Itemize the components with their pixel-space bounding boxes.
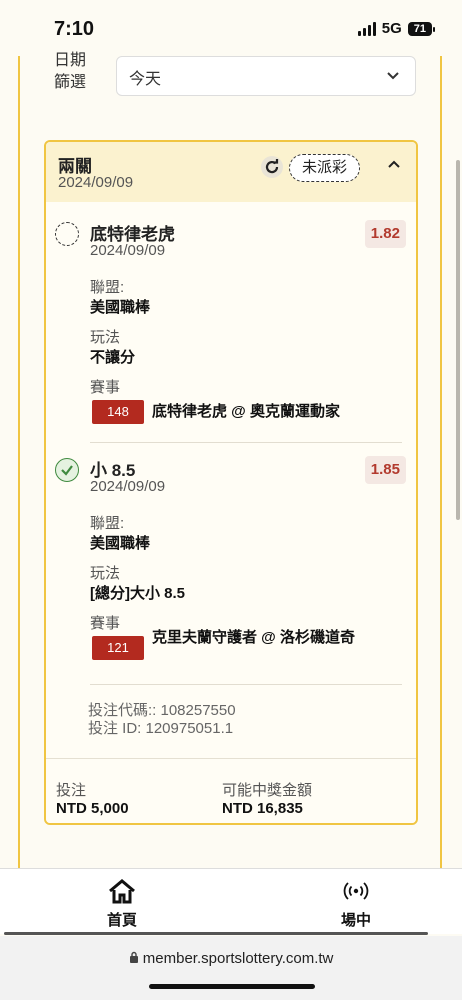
date-filter-label-line1: 日期 [54,52,87,69]
chevron-up-icon[interactable] [386,156,402,177]
date-filter-label: 日期 篩選 [54,50,94,94]
stake-block: 投注 NTD 5,000 [56,779,129,817]
play-label: 玩法 [90,329,121,346]
tab-home-label: 首頁 [106,912,137,929]
event-name: 克里夫蘭守護者 @ 洛杉磯道奇 [152,629,355,646]
payout-label: 可能中獎金額 [222,782,313,799]
bet-card-header[interactable]: 兩關 2024/09/09 未派彩 [46,142,416,202]
signal-icon [357,21,376,36]
leg-status-icon [55,222,79,246]
league-value: 美國職棒 [90,535,151,552]
refresh-icon[interactable] [259,154,285,180]
status-bar: 7:10 5G 71 [0,0,462,56]
play-label: 玩法 [90,565,121,582]
battery-icon: 71 [407,21,436,36]
bet-date: 2024/09/09 [58,174,134,191]
date-filter-value: 今天 [129,71,162,88]
leg-odds: 1.82 [364,220,406,248]
bet-card: 兩關 2024/09/09 未派彩 底特律老虎 2024/09/09 1.82 … [44,140,418,825]
bet-codes: 投注代碼:: 108257550 投注 ID: 120975051.1 [88,702,236,738]
leg-date: 2024/09/09 [90,478,166,495]
scrollbar[interactable] [456,160,460,520]
network-type: 5G [381,20,402,37]
bet-summary: 投注 NTD 5,000 可能中獎金額 NTD 16,835 [46,758,416,823]
tab-live[interactable]: 場中 [296,877,416,930]
check-circle-icon [55,458,79,482]
stake-value: NTD 5,000 [56,800,129,817]
event-name: 底特律老虎 @ 奧克蘭運動家 [152,403,340,420]
url-value: member.sportslottery.com.tw [142,950,334,967]
bet-code: 投注代碼:: 108257550 [88,702,236,719]
date-filter-label-line2: 篩選 [54,74,87,91]
league-value: 美國職棒 [90,299,151,316]
bottom-tab-bar: 首頁 場中 [0,868,462,934]
status-time: 7:10 [54,18,95,40]
browser-url-bar[interactable]: member.sportslottery.com.tw [0,936,462,1000]
divider [90,684,402,685]
date-filter-select[interactable]: 今天 [116,56,416,96]
tab-bar-underline [4,932,428,935]
stake-label: 投注 [56,782,87,799]
date-filter: 日期 篩選 今天 [54,52,418,96]
event-label: 賽事 [90,379,121,396]
league-label: 聯盟: [90,279,125,296]
payout-value: NTD 16,835 [222,800,303,817]
live-broadcast-icon [296,877,416,905]
tab-home[interactable]: 首頁 [62,877,182,930]
payout-status-badge: 未派彩 [289,154,361,182]
divider [90,442,402,443]
play-value: 不讓分 [90,349,136,366]
url-text: member.sportslottery.com.tw [0,950,462,967]
chevron-down-icon [385,67,401,86]
leg-odds: 1.85 [364,456,406,484]
payout-block: 可能中獎金額 NTD 16,835 [222,779,312,817]
lock-icon [129,950,143,967]
status-indicators: 5G 71 [357,20,436,37]
play-value: [總分]大小 8.5 [90,585,186,602]
leg-date: 2024/09/09 [90,242,166,259]
bet-id: 投注 ID: 120975051.1 [88,720,234,737]
league-label: 聯盟: [90,515,125,532]
home-icon [62,877,182,905]
event-number-badge: 121 [92,636,144,660]
home-indicator[interactable] [149,984,315,989]
event-number-badge: 148 [92,400,144,424]
event-label: 賽事 [90,615,121,632]
tab-live-label: 場中 [340,912,371,929]
